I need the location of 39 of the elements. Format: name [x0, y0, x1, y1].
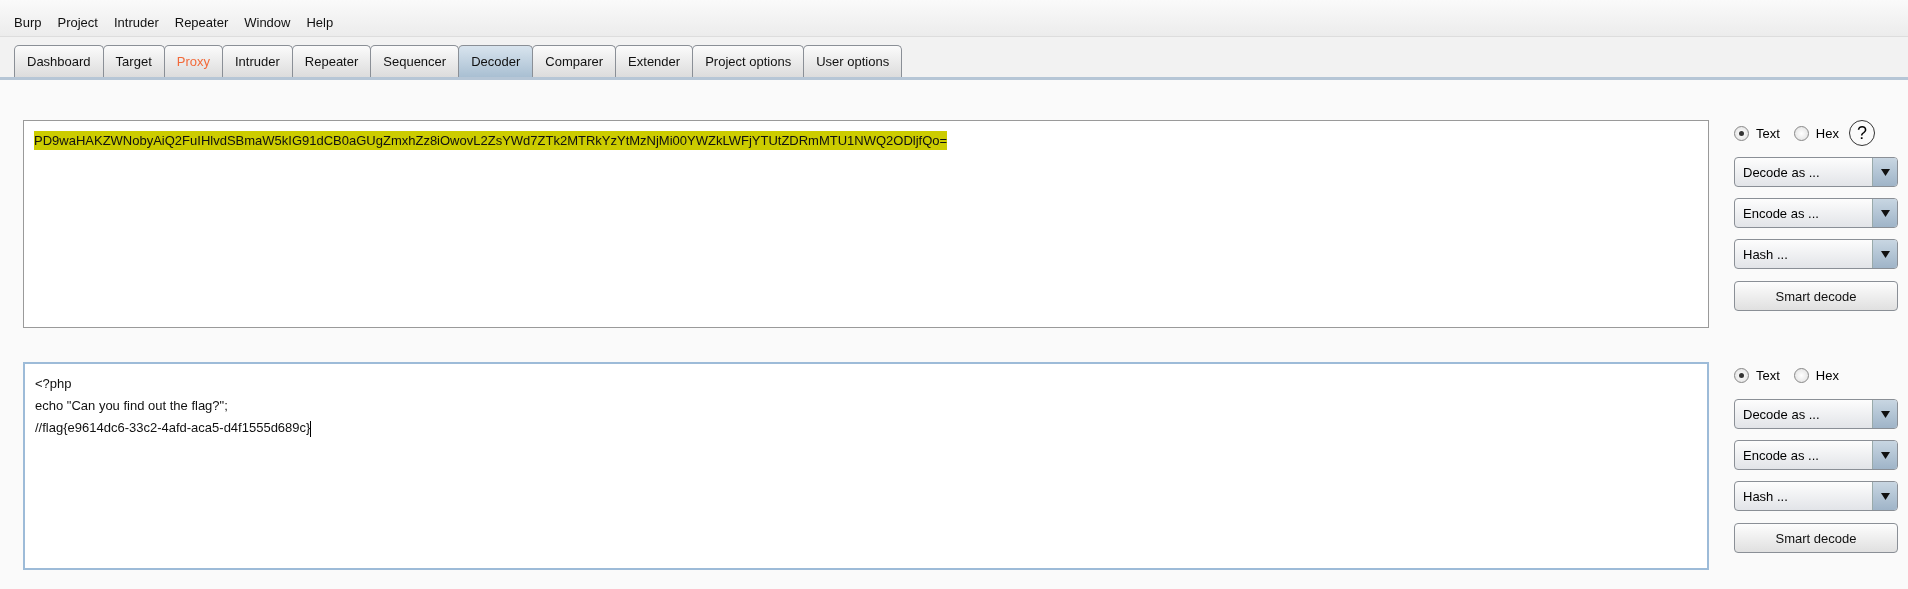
- tab[interactable]: User options: [803, 45, 903, 77]
- text-line: echo "Can you find out the flag?";: [35, 397, 228, 415]
- tab[interactable]: Repeater: [291, 45, 372, 77]
- radio-button[interactable]: Hex: [1793, 367, 1839, 383]
- tab[interactable]: Intruder: [222, 45, 293, 77]
- tab[interactable]: Decoder: [458, 45, 534, 77]
- radio-button[interactable]: Text: [1734, 125, 1780, 141]
- menu-item[interactable]: Project: [49, 14, 106, 30]
- text-editor[interactable]: PD9waHAKZWNobyAiQ2FuIHlvdSBmaW5kIG91dCB0aGUgZmxhZz8iOwovL2ZsYWd7ZTk2MTRkYzYtMzNjMi00YWZkLWFjYTUtZDRmMTU1NWQ2ODljfQo=: [23, 120, 1709, 328]
- menu-item[interactable]: Burp: [6, 14, 50, 30]
- dropdown[interactable]: Hash ...: [1734, 481, 1898, 511]
- text-line: <?php: [35, 375, 72, 393]
- tab[interactable]: Extender: [615, 45, 694, 77]
- menu-item[interactable]: Intruder: [105, 14, 167, 30]
- dropdown-arrow-icon: [1880, 410, 1890, 418]
- smart-decode-button[interactable]: Smart decode: [1734, 523, 1898, 553]
- dropdown[interactable]: Encode as ...: [1734, 440, 1898, 470]
- dropdown[interactable]: Hash ...: [1734, 239, 1898, 269]
- radio-button[interactable]: Text: [1734, 367, 1780, 383]
- dropdown[interactable]: Decode as ...: [1734, 157, 1898, 187]
- menu-item[interactable]: Repeater: [166, 14, 237, 30]
- text-editor[interactable]: <?php echo "Can you find out the flag?"; //flag{e9614dc6-33c2-4afd-aca5-d4f1555d689c}: [23, 362, 1709, 570]
- dropdown-arrow-icon: [1880, 168, 1890, 176]
- tab[interactable]: Comparer: [532, 45, 617, 77]
- dropdown-arrow-icon: [1880, 451, 1890, 459]
- dropdown[interactable]: Encode as ...: [1734, 198, 1898, 228]
- dropdown-arrow-icon: [1880, 492, 1890, 500]
- tab[interactable]: Sequencer: [370, 45, 460, 77]
- dropdown-arrow-icon: [1880, 209, 1890, 217]
- tab[interactable]: Dashboard: [14, 45, 104, 77]
- tab[interactable]: Target: [102, 45, 165, 77]
- text-line: //flag{e9614dc6-33c2-4afd-aca5-d4f1555d689c}: [35, 419, 312, 437]
- radio-button[interactable]: Hex: [1793, 125, 1839, 141]
- tab[interactable]: Project options: [692, 45, 805, 77]
- smart-decode-button[interactable]: Smart decode: [1734, 281, 1898, 311]
- menu-item[interactable]: Window: [236, 14, 299, 30]
- menu-item[interactable]: Help: [298, 14, 342, 30]
- dropdown-arrow-icon: [1880, 250, 1890, 258]
- dropdown[interactable]: Decode as ...: [1734, 399, 1898, 429]
